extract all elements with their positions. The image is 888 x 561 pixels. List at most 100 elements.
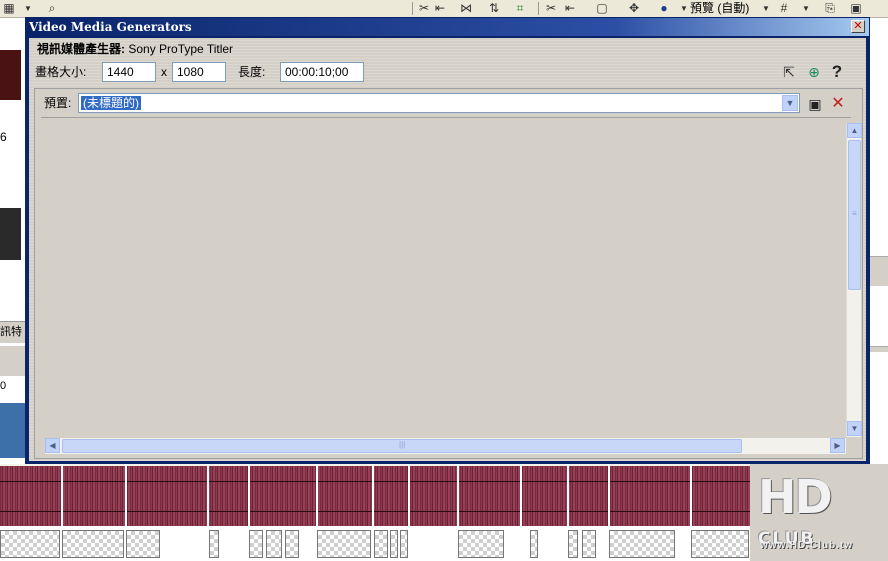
titler-work-area[interactable] <box>43 121 844 433</box>
close-button[interactable]: ✕ <box>851 20 865 33</box>
window-icon[interactable]: ▢ <box>594 1 610 16</box>
preset-value[interactable]: (未標題的) <box>81 96 141 110</box>
preset-dropdown[interactable]: (未標題的) ▼ <box>78 93 800 113</box>
media-thumbnail[interactable] <box>0 50 21 100</box>
trim-icon-2[interactable]: ⇤ <box>562 1 578 16</box>
generator-content: 預置: (未標題的) ▼ ▣ ✕ ▲ ≡ ▼ ◀ ||| ▶ <box>34 88 863 459</box>
grid-view-icon[interactable]: ▦ <box>0 1 18 16</box>
logo-url-text: www.HD.Club.tw <box>760 540 854 551</box>
clip-boundary <box>125 464 127 526</box>
search-icon[interactable]: ⌕ <box>44 1 60 16</box>
preset-divider <box>41 117 851 118</box>
vertical-scrollbar[interactable]: ▲ ≡ ▼ <box>846 123 862 437</box>
video-clip[interactable] <box>609 530 675 558</box>
video-media-generators-dialog: Video Media Generators ✕ 視訊媒體產生器: Sony P… <box>25 17 870 464</box>
video-clip[interactable] <box>0 530 60 558</box>
clip-boundary <box>457 464 459 526</box>
tab-video-fx-fragment[interactable]: 訊特 <box>0 321 25 343</box>
video-clip[interactable] <box>62 530 124 558</box>
plugin-chain-icon[interactable]: ⊕ <box>805 63 823 81</box>
chevron-down-icon[interactable]: ▼ <box>782 95 798 111</box>
video-clip[interactable] <box>582 530 596 558</box>
clip-boundary <box>608 464 610 526</box>
generator-row: 視訊媒體產生器: Sony ProType Titler <box>37 41 233 57</box>
scroll-up-icon[interactable]: ▲ <box>847 123 862 138</box>
video-clip[interactable] <box>691 530 749 558</box>
side-fragment-text: 6 <box>0 130 7 144</box>
waveform-center-line <box>0 511 750 512</box>
grid-icon[interactable]: # <box>776 1 792 16</box>
clip-boundary <box>408 464 410 526</box>
video-clip[interactable] <box>458 530 504 558</box>
clip-boundary <box>567 464 569 526</box>
clip-boundary <box>690 464 692 526</box>
parameter-row: 畫格大小: x 長度: <box>35 62 855 82</box>
waveform-center-line <box>0 481 750 482</box>
logo-wordmark: HD CLUB <box>752 470 884 549</box>
envelope-icon[interactable]: ⌗ <box>512 1 528 16</box>
horizontal-scrollbar[interactable]: ◀ ||| ▶ <box>45 438 846 454</box>
frame-height-input[interactable] <box>172 62 226 82</box>
video-clip[interactable] <box>530 530 538 558</box>
cut-icon[interactable]: ✂ <box>416 1 432 16</box>
preview-quality-dropdown-icon[interactable]: ▼ <box>758 1 774 16</box>
video-clip[interactable] <box>249 530 263 558</box>
scroll-down-icon[interactable]: ▼ <box>847 421 862 436</box>
app-toolbar: ▦ ▼ ⌕ ✂ ⇤ ⋈ ⇅ ⌗ ✂ ⇤ ▢ ✥ ● ▼ 預覽 (自動) ▼ # … <box>0 0 888 18</box>
video-clip[interactable] <box>317 530 371 558</box>
dialog-title: Video Media Generators <box>29 20 192 34</box>
select-event-icon[interactable]: ⇱ <box>780 63 798 81</box>
save-snapshot-icon[interactable]: ▣ <box>848 1 864 16</box>
move-icon[interactable]: ✥ <box>626 1 642 16</box>
preview-device-icon[interactable]: ● <box>656 1 672 16</box>
dialog-body: 視訊媒體產生器: Sony ProType Titler 畫格大小: x 長度:… <box>29 38 866 461</box>
preset-label: 預置: <box>44 96 72 110</box>
track-thumbnail[interactable] <box>0 403 25 458</box>
right-panel-divider <box>870 256 888 286</box>
save-preset-icon[interactable]: ▣ <box>806 95 824 113</box>
copy-icon[interactable]: ⎘ <box>822 1 838 16</box>
video-clip[interactable] <box>126 530 160 558</box>
video-clip[interactable] <box>568 530 578 558</box>
frame-size-separator: x <box>161 65 167 79</box>
hdclub-logo: HD CLUB www.HD.Club.tw <box>752 470 884 556</box>
clip-boundary <box>316 464 318 526</box>
clip-boundary <box>520 464 522 526</box>
video-track[interactable] <box>0 526 750 561</box>
video-clip[interactable] <box>374 530 388 558</box>
generator-label: 視訊媒體產生器: <box>37 42 125 56</box>
vertical-scroll-thumb[interactable]: ≡ <box>848 140 861 290</box>
horizontal-scroll-thumb[interactable]: ||| <box>62 439 742 453</box>
clip-boundary <box>207 464 209 526</box>
length-label: 長度: <box>238 65 266 79</box>
media-thumbnail[interactable] <box>0 208 21 260</box>
video-clip[interactable] <box>285 530 299 558</box>
video-clip[interactable] <box>266 530 282 558</box>
help-icon[interactable]: ? <box>828 63 846 81</box>
length-input[interactable] <box>280 62 364 82</box>
dialog-title-bar[interactable]: Video Media Generators ✕ <box>26 18 869 36</box>
audio-track[interactable] <box>0 464 750 526</box>
preset-row: 預置: (未標題的) ▼ ▣ ✕ <box>39 92 859 114</box>
dropdown-arrow-icon[interactable]: ▼ <box>20 1 36 16</box>
scroll-right-icon[interactable]: ▶ <box>830 438 845 453</box>
clip-boundary <box>372 464 374 526</box>
logo-main-text: HD <box>758 470 833 524</box>
audio-icon[interactable]: ⇅ <box>486 1 502 16</box>
video-clip[interactable] <box>209 530 219 558</box>
frame-width-input[interactable] <box>102 62 156 82</box>
generator-name: Sony ProType Titler <box>128 42 234 56</box>
split-icon[interactable]: ⋈ <box>458 1 474 16</box>
delete-preset-icon[interactable]: ✕ <box>829 95 847 113</box>
right-panel <box>870 18 888 464</box>
scroll-left-icon[interactable]: ◀ <box>45 438 60 453</box>
video-clip[interactable] <box>390 530 398 558</box>
preview-quality-label[interactable]: 預覽 (自動) <box>690 0 749 16</box>
video-clip[interactable] <box>400 530 408 558</box>
cut-icon-2[interactable]: ✂ <box>543 1 559 16</box>
grid-dropdown-icon[interactable]: ▼ <box>798 1 814 16</box>
side-fragment-text: 0 <box>0 380 7 392</box>
trim-icon[interactable]: ⇤ <box>432 1 448 16</box>
frame-size-label: 畫格大小: <box>35 65 87 79</box>
logo-sub-text: CLUB <box>758 529 816 549</box>
